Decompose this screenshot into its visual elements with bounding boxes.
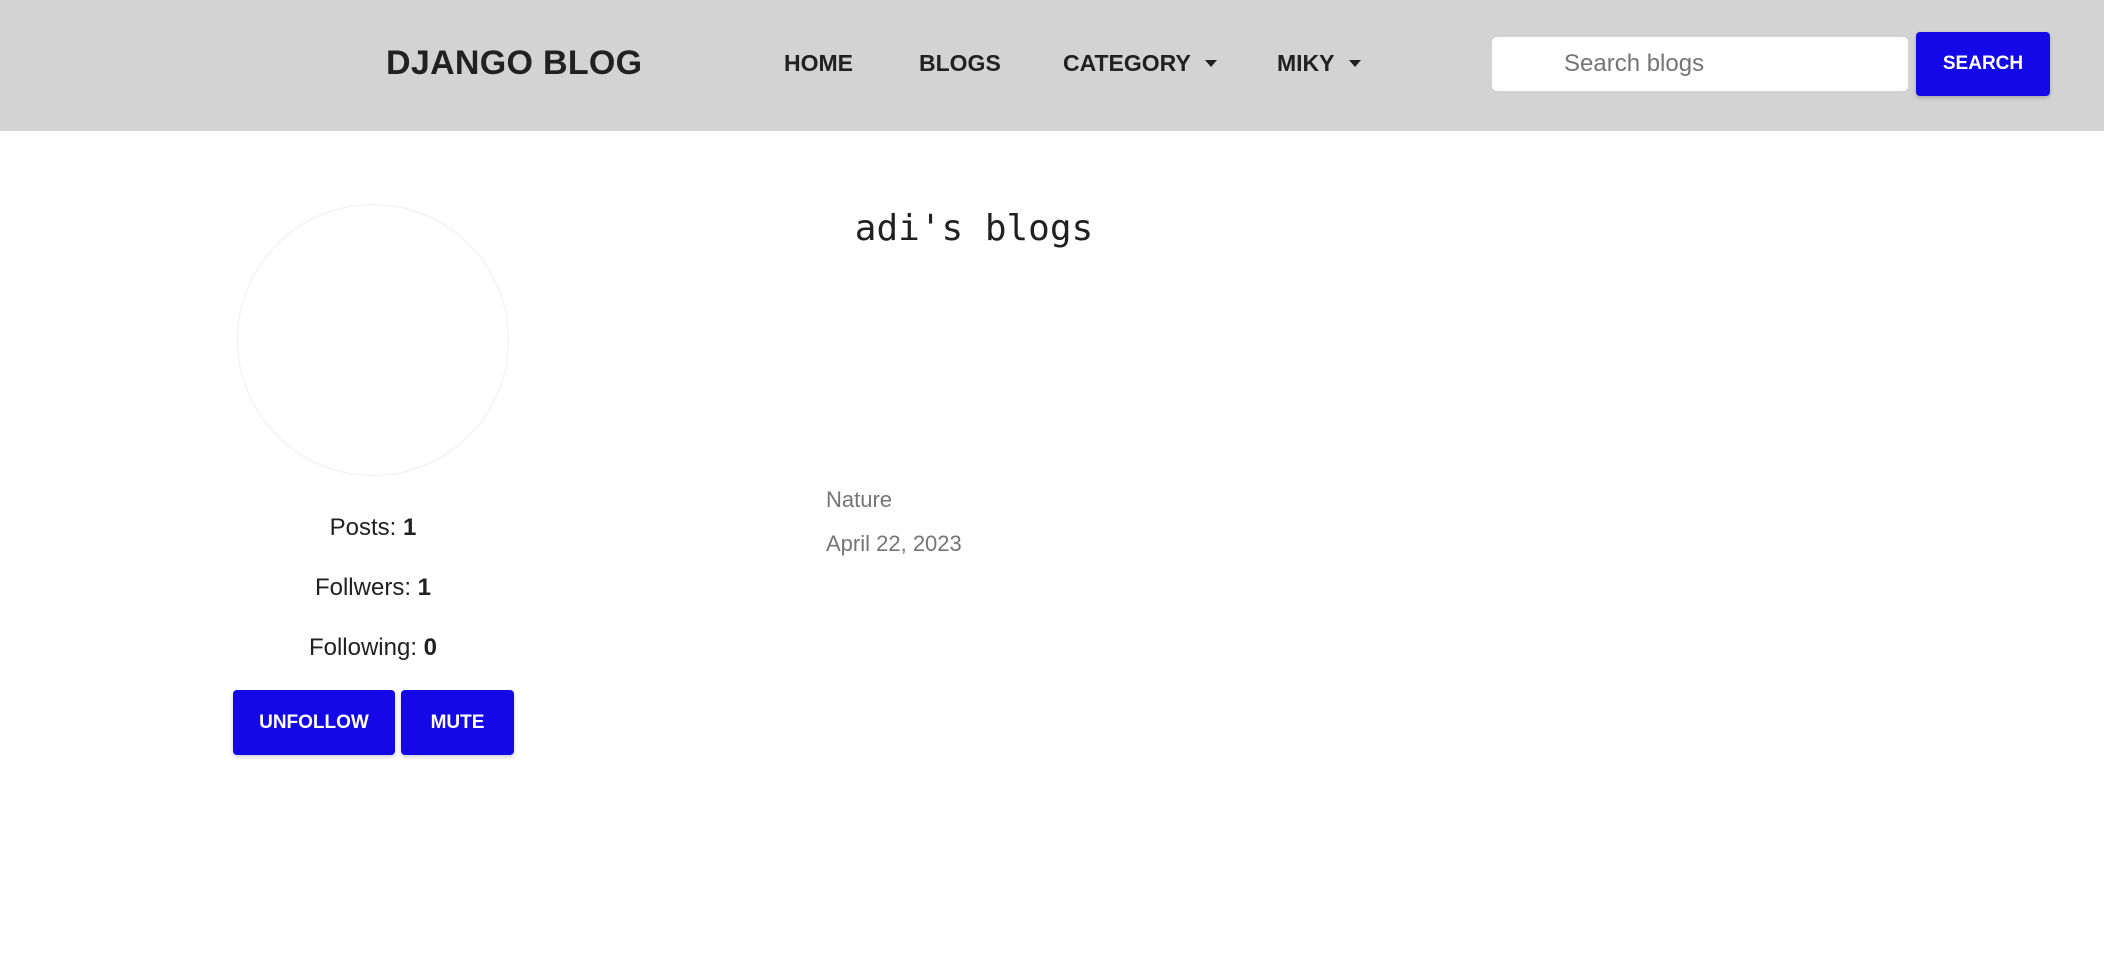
followers-count: Follwers: 1 xyxy=(173,574,573,602)
post-category: Nature xyxy=(826,487,893,512)
nav-blogs-label: BLOGS xyxy=(919,50,1001,76)
post-date: April 22, 2023 xyxy=(826,531,962,556)
posts-count: Posts: 1 xyxy=(173,514,573,542)
nav-category-dropdown[interactable]: CATEGORY xyxy=(1063,50,1217,77)
following-count-value: 0 xyxy=(423,634,438,661)
navbar: DJANGO BLOG HOME BLOGS CATEGORY MIKY SEA… xyxy=(0,0,2104,131)
followers-count-label: Follwers: xyxy=(314,574,418,601)
unfollow-button[interactable]: UNFOLLOW xyxy=(233,690,395,755)
search-input[interactable] xyxy=(1492,37,1908,91)
search-button[interactable]: SEARCH xyxy=(1916,32,2050,96)
nav-home-label: HOME xyxy=(784,50,853,76)
nav-user-dropdown[interactable]: MIKY xyxy=(1277,50,1361,77)
posts-count-label: Posts: xyxy=(329,514,403,541)
mute-button[interactable]: MUTE xyxy=(401,690,514,755)
chevron-down-icon xyxy=(1204,60,1217,67)
nav-category-label: CATEGORY xyxy=(1063,50,1191,76)
following-count-label: Following: xyxy=(308,634,424,661)
followers-count-value: 1 xyxy=(417,574,432,601)
page-title-text: adi's blogs xyxy=(854,208,1094,249)
following-count: Following: 0 xyxy=(173,634,573,662)
nav-blogs-link[interactable]: BLOGS xyxy=(919,50,1001,77)
nav-home-link[interactable]: HOME xyxy=(784,50,853,77)
nav-user-label: MIKY xyxy=(1277,50,1335,76)
avatar xyxy=(238,205,508,475)
posts-count-value: 1 xyxy=(403,514,417,541)
brand-logo[interactable]: DJANGO BLOG xyxy=(386,44,642,83)
chevron-down-icon xyxy=(1348,60,1361,67)
